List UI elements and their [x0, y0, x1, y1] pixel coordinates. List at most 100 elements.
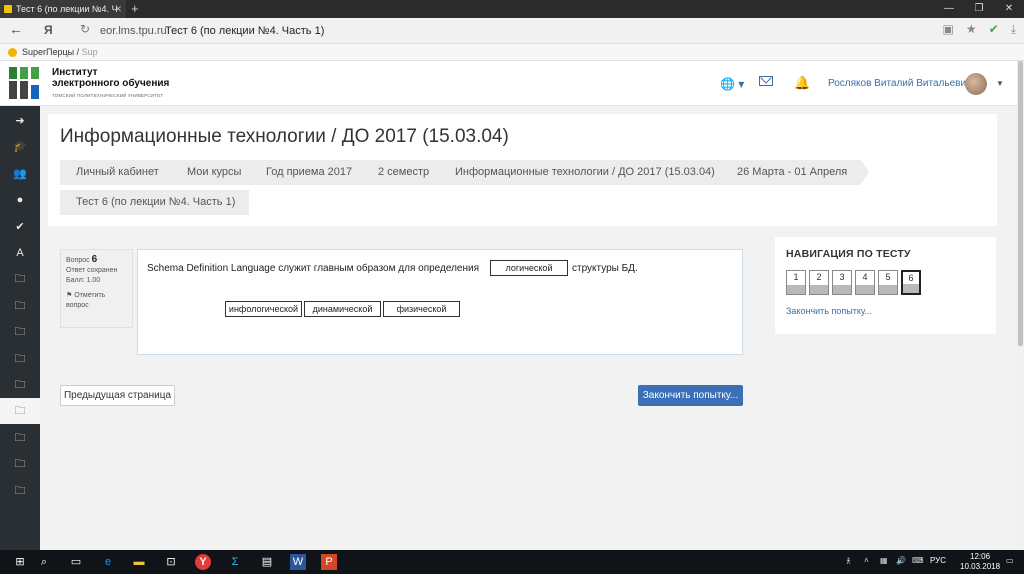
tab-close-icon[interactable]: ✕: [114, 0, 122, 18]
browser-tab[interactable]: Тест 6 (по лекции №4. Ч ✕: [0, 0, 126, 18]
window-controls: — ❐ ✕: [934, 0, 1024, 18]
page-title: Информационные технологии / ДО 2017 (15.…: [60, 126, 509, 147]
download-icon[interactable]: ⤓: [1011, 22, 1016, 37]
new-tab-button[interactable]: +: [131, 0, 139, 17]
close-window-button[interactable]: ✕: [994, 0, 1024, 18]
logo-subtitle: ТОМСКИЙ ПОЛИТЕХНИЧЕСКИЙ УНИВЕРСИТЕТ: [52, 93, 164, 98]
quiz-nav-button-3[interactable]: 3: [832, 270, 852, 295]
drop-zone-answer[interactable]: логической: [490, 260, 568, 276]
mail-icon[interactable]: [759, 76, 773, 86]
windows-start-icon[interactable]: ⊞: [12, 554, 28, 570]
users-icon[interactable]: 👥: [0, 161, 40, 187]
finish-attempt-link[interactable]: Закончить попытку...: [786, 306, 872, 316]
reload-icon[interactable]: ↻: [80, 22, 90, 36]
tab-title: Тест 6 (по лекции №4. Ч: [16, 4, 118, 14]
folder-icon[interactable]: 🗀: [0, 346, 40, 372]
quiz-nav-button-2[interactable]: 2: [809, 270, 829, 295]
check-circle-icon[interactable]: ✔: [0, 214, 40, 240]
question-text-after: структуры БД.: [572, 263, 638, 274]
quiz-nav-button-1[interactable]: 1: [786, 270, 806, 295]
drag-option-physical[interactable]: физической: [383, 301, 460, 317]
logo-line2: электронного обучения: [52, 78, 170, 89]
site-header: Институт электронного обучения ТОМСКИЙ П…: [0, 61, 1024, 106]
scrollbar-thumb[interactable]: [1018, 61, 1023, 346]
keyboard-icon[interactable]: ⌨: [912, 556, 924, 565]
drag-option-infological[interactable]: инфологической: [225, 301, 302, 317]
question-number: 6: [91, 254, 98, 265]
chevron-down-icon[interactable]: ▼: [996, 79, 1004, 88]
avatar[interactable]: [965, 73, 987, 95]
edge-icon[interactable]: e: [100, 554, 116, 570]
quiz-nav-button-6[interactable]: 6: [901, 270, 921, 295]
notifications-icon[interactable]: ▭: [1006, 556, 1014, 565]
breadcrumb-item[interactable]: Год приема 2017: [250, 160, 375, 185]
folder-icon[interactable]: 🗀: [0, 372, 40, 398]
yandex-browser-icon[interactable]: Y: [195, 554, 211, 570]
bookmarks-bar: SuperПерцы / Sup: [0, 44, 1024, 61]
people-icon[interactable]: 𐀪: [846, 556, 851, 567]
folder-icon[interactable]: 🗀: [0, 293, 40, 319]
globe-icon[interactable]: 🌐 ▾: [720, 77, 744, 91]
windows-taskbar: ⊞ ⌕ ▭ e ▬ ⊡ Y Σ ▤ W P 𐀪 ˄ ▦ 🔊 ⌨ РУС 12:0…: [0, 550, 1024, 574]
powerpoint-icon[interactable]: P: [321, 554, 337, 570]
shield-check-icon[interactable]: ✔: [989, 22, 999, 37]
folder-icon[interactable]: 🗀: [0, 319, 40, 345]
url-page-title[interactable]: Тест 6 (по лекции №4. Часть 1): [165, 25, 324, 37]
breadcrumb-current: Тест 6 (по лекции №4. Часть 1): [60, 190, 250, 215]
network-icon[interactable]: ▦: [880, 556, 888, 565]
bell-icon[interactable]: 🔔: [794, 75, 810, 91]
quiz-nav-button-5[interactable]: 5: [878, 270, 898, 295]
folder-icon[interactable]: 🗀: [0, 398, 40, 425]
maximize-button[interactable]: ❐: [964, 0, 994, 18]
bookmark-favicon-icon: [8, 48, 17, 57]
page-scrollbar[interactable]: [1017, 61, 1024, 550]
files-icon[interactable]: ▤: [259, 554, 275, 570]
breadcrumb-item[interactable]: Личный кабинет: [60, 160, 181, 185]
volume-icon[interactable]: 🔊: [896, 556, 906, 565]
graduation-cap-icon[interactable]: 🎓: [0, 134, 40, 160]
yandex-logo-icon[interactable]: Я: [44, 23, 53, 37]
question-text-before: Schema Definition Language служит главны…: [147, 263, 479, 274]
app-sigma-icon[interactable]: Σ: [227, 554, 243, 570]
word-icon[interactable]: W: [290, 554, 306, 570]
minimize-button[interactable]: —: [934, 0, 964, 18]
folder-icon[interactable]: 🗀: [0, 451, 40, 477]
breadcrumb-item[interactable]: 2 семестр: [362, 160, 452, 185]
user-name[interactable]: Росляков Виталий Витальевич: [828, 78, 971, 89]
clock-time: 12:06: [970, 552, 991, 561]
font-icon[interactable]: A: [0, 240, 40, 266]
quiz-nav-button-4[interactable]: 4: [855, 270, 875, 295]
breadcrumb-item[interactable]: Мои курсы: [171, 160, 264, 185]
page-header: Информационные технологии / ДО 2017 (15.…: [48, 114, 997, 226]
breadcrumb-item[interactable]: 26 Марта - 01 Апреля: [721, 160, 870, 185]
star-icon[interactable]: ★: [966, 22, 977, 37]
question-status: Ответ сохранен: [66, 267, 118, 274]
back-arrow-icon[interactable]: ←: [9, 21, 23, 37]
input-language[interactable]: РУС: [930, 556, 946, 565]
url-domain[interactable]: eor.lms.tpu.ru: [100, 25, 167, 37]
address-bar-actions: ▣ ★ ✔ ⤓: [943, 22, 1016, 37]
task-view-icon[interactable]: ▭: [68, 554, 84, 570]
tray-chevron-icon[interactable]: ˄: [864, 556, 869, 565]
search-icon[interactable]: ⌕: [36, 554, 52, 570]
flag-question-toggle[interactable]: ⚑ Отметить вопрос: [66, 291, 127, 311]
folder-icon[interactable]: 🗀: [0, 478, 40, 504]
file-explorer-icon[interactable]: ▬: [131, 554, 147, 570]
folder-icon[interactable]: 🗀: [0, 266, 40, 292]
logo-line1: Институт: [52, 67, 98, 78]
bookmark-item[interactable]: SuperПерцы /: [22, 47, 79, 57]
question-score: Балл: 1.00: [66, 277, 101, 284]
flag-icon: ⚑: [66, 292, 73, 299]
arrow-right-circle-icon[interactable]: ➜: [0, 108, 40, 134]
previous-page-button[interactable]: Предыдущая страница: [60, 385, 175, 406]
store-icon[interactable]: ⊡: [163, 554, 179, 570]
breadcrumb-item[interactable]: Информационные технологии / ДО 2017 (15.…: [439, 160, 737, 185]
circle-icon[interactable]: ●: [0, 187, 40, 213]
logo-mark-icon[interactable]: [9, 67, 41, 99]
folder-icon[interactable]: 🗀: [0, 425, 40, 451]
bookmark-item-truncated[interactable]: Sup: [82, 47, 98, 57]
drag-option-dynamic[interactable]: динамической: [304, 301, 381, 317]
finish-attempt-button[interactable]: Закончить попытку...: [638, 385, 743, 406]
protect-icon[interactable]: ▣: [943, 22, 954, 37]
clock[interactable]: 12:06 10.03.2018: [960, 552, 1000, 572]
